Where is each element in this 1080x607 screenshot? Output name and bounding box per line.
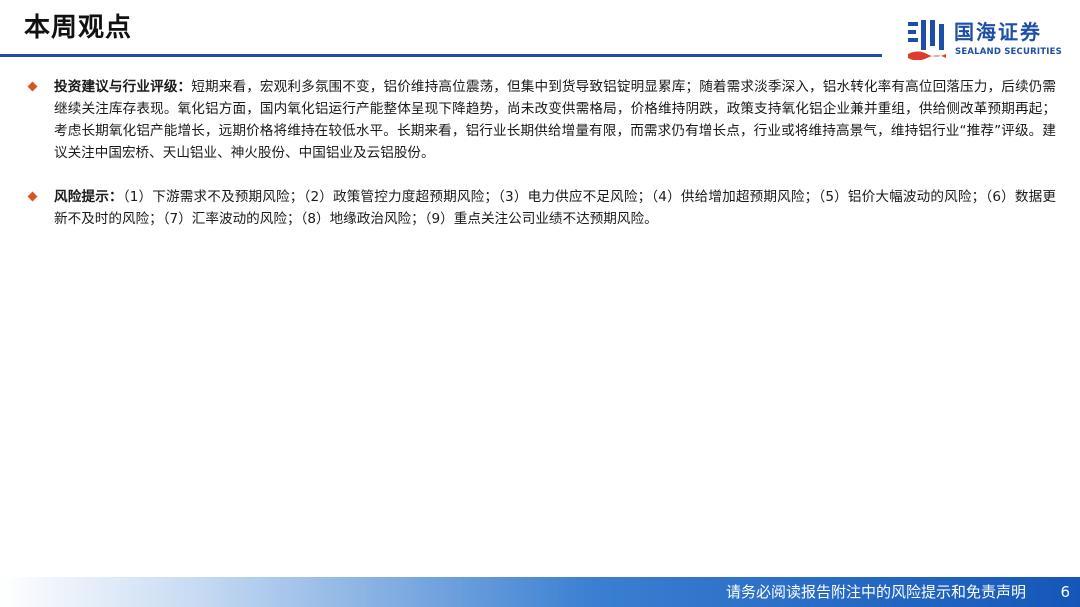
- bullet-text: 短期来看，宏观利多氛围不变，铝价维持高位震荡，但集中到货导致铝锭明显累库；随着需…: [54, 79, 1056, 161]
- bullet-text: （1）下游需求不及预期风险；（2）政策管控力度超预期风险；（3）电力供应不足风险…: [54, 189, 1057, 227]
- content-area: 投资建议与行业评级：短期来看，宏观利多氛围不变，铝价维持高位震荡，但集中到货导致…: [26, 76, 1056, 230]
- diamond-bullet-icon: [27, 81, 38, 92]
- logo-chinese-name: 国海证券: [954, 20, 1042, 44]
- title-divider: [0, 54, 882, 57]
- page-title: 本周观点: [24, 13, 133, 43]
- footer-disclaimer: 请务必阅读报告附注中的风险提示和免责声明: [725, 583, 1026, 601]
- risk-warning-bullet: 风险提示：（1）下游需求不及预期风险；（2）政策管控力度超预期风险；（3）电力供…: [26, 186, 1056, 230]
- footer-bar: 请务必阅读报告附注中的风险提示和免责声明 6: [0, 577, 1080, 607]
- page-number: 6: [1060, 583, 1070, 601]
- investment-advice-bullet: 投资建议与行业评级：短期来看，宏观利多氛围不变，铝价维持高位震荡，但集中到货导致…: [26, 76, 1056, 164]
- bullet-label: 投资建议与行业评级：: [54, 79, 192, 95]
- bullet-label: 风险提示：: [54, 189, 123, 205]
- diamond-bullet-icon: [27, 191, 38, 202]
- logo-english-name: SEALAND SECURITIES: [955, 47, 1062, 57]
- sealand-logo-icon: [908, 20, 946, 60]
- company-logo: 国海证券 SEALAND SECURITIES: [908, 20, 1068, 62]
